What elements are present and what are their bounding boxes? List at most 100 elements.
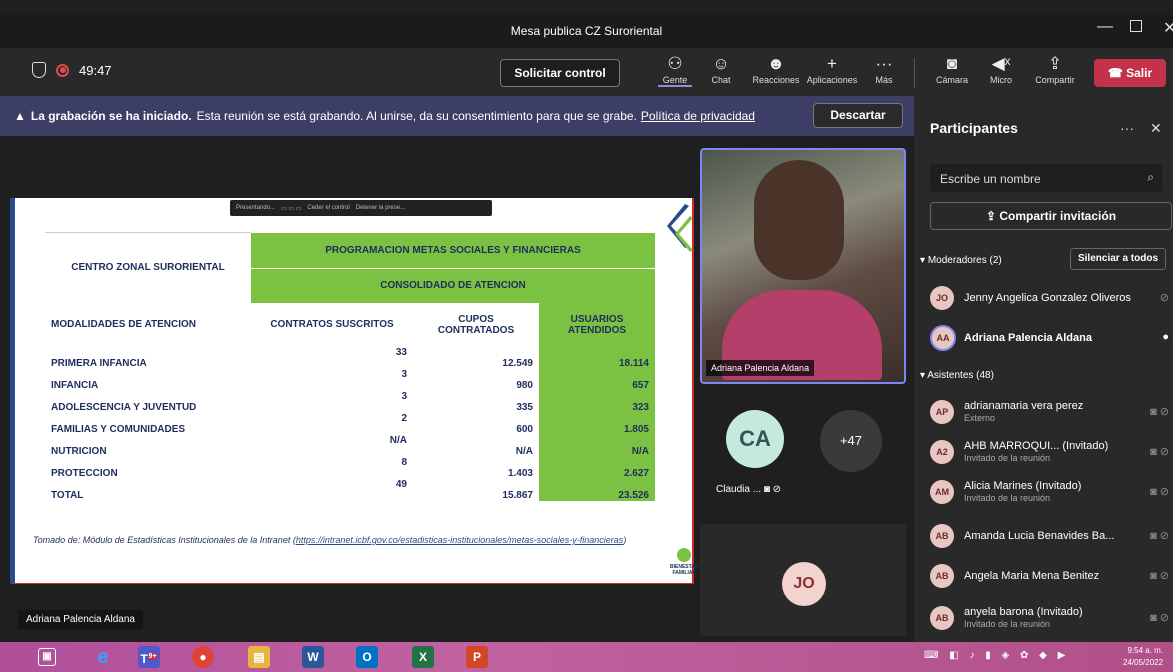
meeting-toolbar: 49:47 Solicitar control ⚇ Gente ☺ Chat ☻ Re… [0,48,1173,96]
camera-mic-off-icons: ◙ ⊘ [1150,486,1169,498]
attendees-header[interactable]: ▾ Asistentes (48) [920,370,994,381]
participant-name: Angela Maria Mena Benitez [964,570,1100,582]
layout-icon[interactable]: ▭ ▭ ▭ [281,205,301,212]
leave-button[interactable]: ☎ Salir [1094,59,1166,87]
shield-icon [32,62,46,78]
minimize-icon[interactable]: — [1097,18,1113,36]
video-name-label: Adriana Palencia Aldana [706,360,815,376]
participant-item[interactable]: AB Amanda Lucia Benavides Ba... ◙ ⊘ [930,520,1173,554]
more-participants-button[interactable]: +47 [820,410,882,472]
participant-name: Adriana Palencia Aldana [964,332,1092,344]
more-label: Más [875,75,893,85]
camera-mic-off-icons: ◙ ⊘ [1150,406,1169,418]
participant-role: Invitado de la reunión [964,493,1051,503]
reactions-button[interactable]: ☻ Reacciones [748,53,804,85]
table-cell: 335 [516,401,533,413]
participant-item[interactable]: AP adrianamaria vera perez Externo ◙ ⊘ [930,396,1173,430]
teams-icon[interactable]: T9+ [138,646,160,668]
video-tile-adriana[interactable]: Adriana Palencia Aldana [700,148,906,384]
chrome-icon[interactable]: ● [192,646,214,668]
panel-title: Participantes [930,120,1018,136]
participant-item[interactable]: AA Adriana Palencia Aldana ● [930,322,1173,356]
plus-icon: + [827,54,837,73]
meeting-timer: 49:47 [79,62,112,78]
tile-name-claudia: Claudia ... ◙ ⊘ [716,484,781,495]
source-note: Tomado de: Módulo de Estadísticas Instit… [33,535,668,546]
clock[interactable]: 9:54 a. m. 24/05/2022 [1123,645,1163,669]
camera-label: Cámara [935,75,968,85]
camera-button[interactable]: ◙ Cámara [934,53,970,85]
more-button[interactable]: ··· Más [872,53,896,85]
avatar: AM [930,480,954,504]
window-title: Mesa publica CZ Suroriental [510,24,663,38]
table-row: TOTAL 49 15.867 23.526 [45,478,655,501]
table-cell: ADOLESCENCIA Y JUVENTUD [51,401,197,413]
outlook-icon[interactable]: O [356,646,378,668]
title-bar: Mesa publica CZ Suroriental — ✕ [0,14,1173,48]
banner-text: Esta reunión se está grabando. Al unirse… [196,109,637,123]
chat-button[interactable]: ☺ Chat [704,53,738,85]
table-cell: 18.114 [539,346,655,369]
camera-off-icon: ◙ [946,54,958,73]
system-tray[interactable]: ⌨ ◧ ♪ ▮ ◈ ✿ ◆ ▶ [924,650,1069,661]
avatar-ca[interactable]: CA [726,410,784,468]
stop-presenting-button[interactable]: Detener la prese... [356,205,405,211]
avatar: JO [930,286,954,310]
mute-all-button[interactable]: Silenciar a todos [1070,248,1166,270]
more-icon: ··· [875,54,893,73]
attendees-label: Asistentes (48) [927,370,994,381]
table-cell: N/A [539,434,655,457]
clock-date: 24/05/2022 [1123,658,1164,667]
more-options-icon[interactable]: ··· [1120,120,1134,136]
table-cell: 23.526 [539,478,655,501]
powerpoint-icon[interactable]: P [466,646,488,668]
participant-item[interactable]: AM Alicia Marines (Invitado) Invitado de l… [930,476,1173,510]
close-icon[interactable]: ✕ [1163,18,1173,38]
dismiss-button[interactable]: Descartar [813,103,903,128]
participant-item[interactable]: AB anyela barona (Invitado) Invitado de la… [930,602,1173,636]
avatar: AB [930,564,954,588]
camera-mic-off-icons: ◙ ⊘ [1150,612,1169,624]
people-button[interactable]: ⚇ Gente [658,53,692,87]
table-row: FAMILIAS Y COMUNIDADES 2 600 1.805 [45,412,655,435]
close-panel-icon[interactable]: ✕ [1150,120,1162,137]
apps-label: Aplicaciones [806,75,858,85]
give-control-button[interactable]: Ceder el control [307,205,349,211]
participant-search-input[interactable]: Escribe un nombre ⌕ [930,164,1162,192]
request-control-button[interactable]: Solicitar control [500,59,620,87]
apps-button[interactable]: + Aplicaciones [804,53,860,85]
mic-button[interactable]: ◀ˣ Micro [986,53,1016,85]
participants-panel: Participantes ··· ✕ Escribe un nombre ⌕ ⇪… [914,96,1173,642]
file-explorer-icon[interactable]: ▤ [248,646,270,668]
task-view-icon[interactable]: ▣ [38,648,56,666]
source-link[interactable]: https://intranet.icbf.gov.co/estadistica… [296,535,623,545]
table-columns-row: MODALIDADES DE ATENCION CONTRATOS SUSCRI… [45,302,655,347]
toolbar-divider [914,58,915,88]
share-invite-button[interactable]: ⇪ Compartir invitación [930,202,1172,230]
banner-bold-text: La grabación se ha iniciado. [30,109,192,123]
table-cell: N/A [515,445,533,457]
participant-tile-jo[interactable]: JO [700,524,906,636]
presenter-toolbar[interactable]: Presentando... ▭ ▭ ▭ Ceder el control De… [230,200,492,216]
report-table: CENTRO ZONAL SURORIENTAL PROGRAMACION ME… [45,232,655,501]
avatar: A2 [930,440,954,464]
table-cell: 8 [401,456,407,468]
avatar: AB [930,606,954,630]
participant-role: Externo [964,413,996,423]
participant-item[interactable]: A2 AHB MARROQUI... (Invitado) Invitado de … [930,436,1173,470]
excel-icon[interactable]: X [412,646,434,668]
invite-label: Compartir invitación [999,209,1117,223]
participant-item[interactable]: JO Jenny Angelica Gonzalez Oliveros ⊘ [930,282,1173,316]
maximize-icon[interactable] [1130,20,1142,32]
participant-item[interactable]: AB Angela Maria Mena Benitez ◙ ⊘ [930,560,1173,594]
word-icon[interactable]: W [302,646,324,668]
column-header: USUARIOS ATENDIDOS [539,302,655,347]
mic-off-icon: ⊘ [1159,292,1169,304]
camera-off-icon: ◙ [763,484,770,495]
share-button[interactable]: ⇪ Compartir [1032,53,1078,85]
privacy-link[interactable]: Política de privacidad [641,109,755,123]
moderators-header[interactable]: ▾ Moderadores (2) [920,255,1002,266]
search-placeholder: Escribe un nombre [940,172,1041,186]
table-row: INFANCIA 3 980 657 [45,368,655,391]
internet-explorer-icon[interactable]: e [92,646,114,668]
